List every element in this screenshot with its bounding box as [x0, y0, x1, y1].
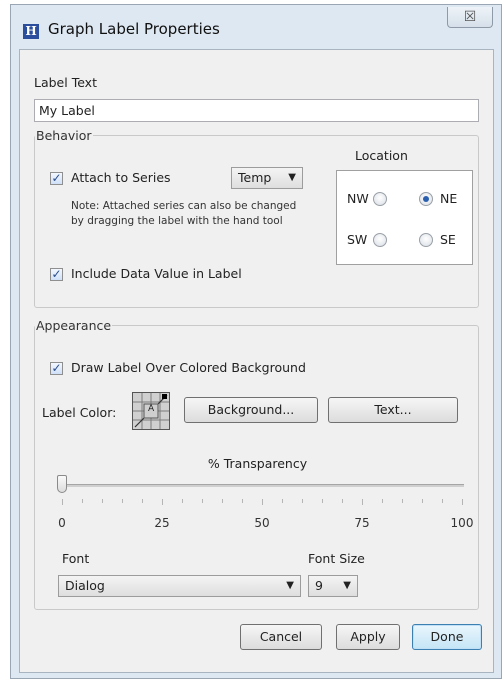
slider-tick: [422, 499, 423, 503]
cancel-button[interactable]: Cancel: [240, 624, 322, 650]
slider-tick: [82, 499, 83, 503]
location-nw-radio[interactable]: [373, 192, 387, 206]
attach-to-series-checkbox[interactable]: ✓: [50, 172, 63, 185]
background-button[interactable]: Background...: [184, 397, 318, 423]
graph-app-icon: H: [23, 24, 39, 39]
font-heading: Font: [62, 551, 90, 566]
slider-tick: [362, 499, 363, 505]
slider-tick: [342, 499, 343, 503]
location-se-radio[interactable]: [419, 233, 433, 247]
slider-tick: [302, 499, 303, 503]
chevron-down-icon: ▼: [286, 580, 294, 591]
series-select[interactable]: Temp ▼: [231, 167, 303, 189]
location-ne-radio[interactable]: [419, 192, 433, 206]
include-data-value-checkbox[interactable]: ✓: [50, 268, 63, 281]
slider-tick: [402, 499, 403, 503]
slider-tick: [462, 499, 463, 505]
label-text-input[interactable]: My Label: [34, 99, 479, 122]
attach-to-series-label: Attach to Series: [71, 170, 171, 185]
slider-tick: [322, 499, 323, 503]
apply-button[interactable]: Apply: [336, 624, 400, 650]
slider-tick: [242, 499, 243, 503]
font-select-value: Dialog: [65, 578, 105, 593]
slider-tick: [442, 499, 443, 503]
location-sw-label: SW: [347, 232, 368, 247]
slider-tick: [222, 499, 223, 503]
location-box: NW NE SW SE: [336, 170, 473, 265]
slider-tick: [142, 499, 143, 503]
label-text-heading: Label Text: [34, 75, 97, 90]
behavior-legend: Behavior: [36, 128, 92, 143]
attach-note-line2: by dragging the label with the hand tool: [71, 215, 283, 227]
location-se-label: SE: [440, 232, 456, 247]
slider-tick: [162, 499, 163, 505]
transparency-heading: % Transparency: [207, 456, 308, 471]
slider-tick: [262, 499, 263, 505]
appearance-legend: Appearance: [36, 318, 112, 333]
slider-tick: [102, 499, 103, 503]
tick-label-0: 0: [58, 516, 66, 530]
draw-background-label: Draw Label Over Colored Background: [71, 360, 306, 375]
location-sw-radio[interactable]: [373, 233, 387, 247]
attach-note-line1: Note: Attached series can also be change…: [71, 200, 297, 212]
transparency-slider-track[interactable]: [58, 484, 464, 487]
close-button[interactable]: ☒: [447, 7, 493, 28]
tick-label-25: 25: [154, 516, 170, 530]
transparency-slider-thumb[interactable]: [57, 475, 67, 493]
text-button[interactable]: Text...: [328, 397, 458, 423]
title-bar[interactable]: H Graph Label Properties ☒: [11, 5, 501, 51]
label-color-label: Label Color:: [42, 405, 117, 420]
font-size-heading: Font Size: [308, 551, 365, 566]
chevron-down-icon: ▼: [343, 580, 351, 591]
tick-label-75: 75: [354, 516, 370, 530]
window-title: Graph Label Properties: [48, 20, 220, 38]
swatch-letter: A: [148, 404, 155, 414]
tick-label-100: 100: [450, 516, 474, 530]
font-size-select-value: 9: [315, 578, 323, 593]
location-nw-label: NW: [347, 191, 369, 206]
close-icon: ☒: [463, 9, 477, 25]
series-select-value: Temp: [238, 170, 272, 185]
dialog-content: Label Text My Label Behavior ✓ Attach to…: [19, 49, 494, 673]
slider-tick: [62, 499, 63, 505]
location-heading: Location: [355, 148, 408, 163]
slider-tick: [282, 499, 283, 503]
slider-tick: [122, 499, 123, 503]
label-color-swatch[interactable]: A: [132, 392, 170, 430]
tick-label-50: 50: [254, 516, 270, 530]
done-button[interactable]: Done: [412, 624, 482, 650]
slider-tick: [202, 499, 203, 503]
slider-tick: [182, 499, 183, 503]
dialog-window: H Graph Label Properties ☒ Label Text My…: [10, 4, 502, 679]
font-select[interactable]: Dialog ▼: [58, 575, 301, 597]
font-size-select[interactable]: 9 ▼: [308, 575, 358, 597]
slider-tick: [382, 499, 383, 503]
chevron-down-icon: ▼: [288, 172, 296, 183]
include-data-value-label: Include Data Value in Label: [71, 266, 242, 281]
location-ne-label: NE: [440, 191, 458, 206]
draw-background-checkbox[interactable]: ✓: [50, 362, 63, 375]
